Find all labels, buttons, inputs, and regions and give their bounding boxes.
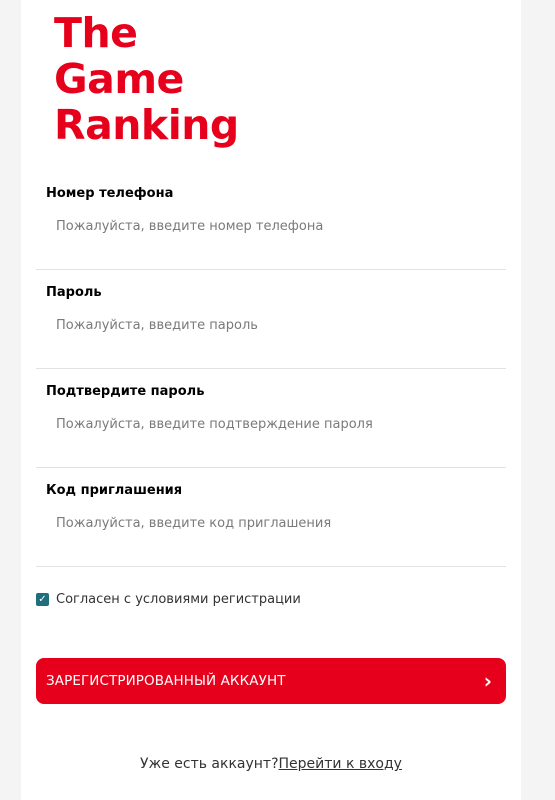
- phone-field: Номер телефона: [36, 170, 506, 270]
- invite-code-label: Код приглашения: [46, 483, 183, 498]
- password-input[interactable]: [46, 314, 506, 336]
- agree-label: Согласен с условиями регистрации: [56, 591, 301, 607]
- phone-input[interactable]: [46, 215, 506, 237]
- confirm-password-label: Подтвердите пароль: [46, 384, 205, 399]
- confirm-password-input[interactable]: [46, 413, 506, 435]
- agree-checkbox[interactable]: ✓: [36, 592, 49, 606]
- password-label: Пароль: [46, 285, 102, 300]
- chevron-right-icon: ›: [483, 669, 492, 693]
- check-icon: ✓: [38, 593, 47, 605]
- invite-code-input[interactable]: [46, 512, 506, 534]
- agree-terms[interactable]: ✓ Согласен с условиями регистрации: [36, 590, 301, 608]
- invite-code-field: Код приглашения: [36, 467, 506, 567]
- phone-label: Номер телефона: [46, 186, 174, 201]
- confirm-password-field: Подтвердите пароль: [36, 368, 506, 468]
- logo-line-2: Game: [54, 55, 184, 103]
- login-prompt: Уже есть аккаунт?Перейти к входу: [21, 756, 521, 772]
- logo-line-3: Ranking: [54, 101, 239, 149]
- password-field: Пароль: [36, 269, 506, 369]
- login-prompt-text: Уже есть аккаунт?: [140, 756, 279, 772]
- register-button[interactable]: ЗАРЕГИСТРИРОВАННЫЙ АККАУНТ ›: [36, 658, 506, 704]
- registration-page: The Game Ranking Номер телефона Пароль П…: [21, 0, 521, 800]
- register-button-label: ЗАРЕГИСТРИРОВАННЫЙ АККАУНТ: [46, 673, 286, 689]
- logo: The Game Ranking: [54, 10, 239, 148]
- logo-line-1: The: [54, 9, 138, 57]
- login-link[interactable]: Перейти к входу: [279, 756, 402, 772]
